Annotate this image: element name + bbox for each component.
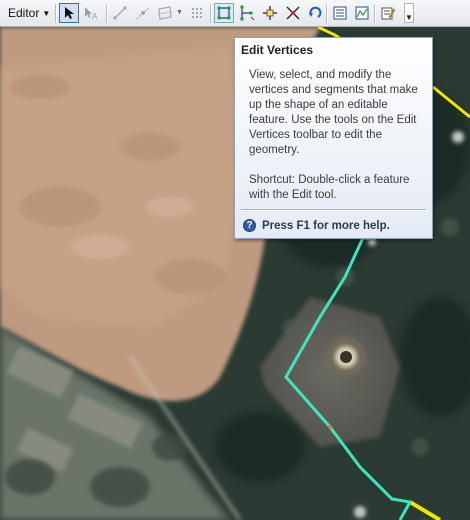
edit-tool-button[interactable]	[59, 3, 79, 23]
edit-tool-icon	[65, 7, 74, 19]
toolbar-separator	[326, 4, 328, 23]
sketch-properties-icon	[355, 6, 369, 20]
construction-grid-icon	[192, 8, 202, 18]
split-tool-icon	[263, 6, 277, 20]
cut-polygons-button[interactable]	[155, 3, 175, 23]
editor-menu[interactable]: Editor ▼	[4, 4, 54, 23]
rotate-arrow-icon	[309, 6, 322, 18]
edit-vertices-icon	[217, 6, 231, 20]
help-icon: ?	[243, 219, 256, 232]
construction-point-button[interactable]	[133, 3, 153, 23]
toolbar-overflow-button[interactable]: ▼	[404, 3, 414, 23]
toolbar-separator	[374, 4, 376, 23]
chevron-down-icon: ▼	[405, 13, 413, 22]
create-features-button[interactable]	[378, 3, 398, 23]
rotate-tool-icon	[286, 6, 300, 20]
edit-annotation-tool-button[interactable]: A	[82, 3, 102, 23]
toolbar-separator	[210, 4, 212, 23]
split-tool-button[interactable]	[260, 3, 280, 23]
attributes-icon	[333, 6, 347, 20]
tooltip-divider	[241, 209, 426, 211]
cut-polygons-icon	[157, 6, 173, 20]
tooltip-title: Edit Vertices	[241, 43, 314, 57]
rotate-arrow-button[interactable]	[305, 3, 325, 23]
tooltip-help-link: ? Press F1 for more help.	[243, 219, 390, 232]
straight-segment-button[interactable]	[110, 3, 130, 23]
tooltip-shortcut: Shortcut: Double-click a feature with th…	[249, 174, 410, 201]
toolbar-separator	[106, 4, 108, 23]
tooltip-description: View, select, and modify the vertices an…	[249, 69, 418, 156]
construction-point-icon	[136, 7, 150, 20]
tooltip-help-label: Press F1 for more help.	[262, 219, 390, 232]
attributes-button[interactable]	[330, 3, 350, 23]
svg-text:A: A	[92, 12, 98, 20]
construction-grid-button[interactable]	[187, 3, 207, 23]
sketch-properties-button[interactable]	[352, 3, 372, 23]
reshape-feature-icon	[240, 5, 255, 21]
edit-annotation-tool-icon: A	[85, 7, 98, 20]
editor-menu-label: Editor	[8, 6, 40, 20]
edit-vertices-button[interactable]	[214, 3, 234, 23]
toolbar-separator	[55, 4, 57, 23]
rotate-tool-button[interactable]	[283, 3, 303, 23]
reshape-feature-button[interactable]	[237, 3, 257, 23]
edit-vertices-tooltip: Edit Vertices View, select, and modify t…	[234, 37, 433, 239]
chevron-down-icon: ▼	[42, 9, 51, 18]
straight-segment-icon	[113, 6, 127, 20]
editor-toolbar: Editor ▼ A ▼ ▼	[0, 0, 470, 27]
create-features-icon	[381, 7, 396, 20]
chevron-down-icon[interactable]: ▼	[176, 9, 183, 16]
